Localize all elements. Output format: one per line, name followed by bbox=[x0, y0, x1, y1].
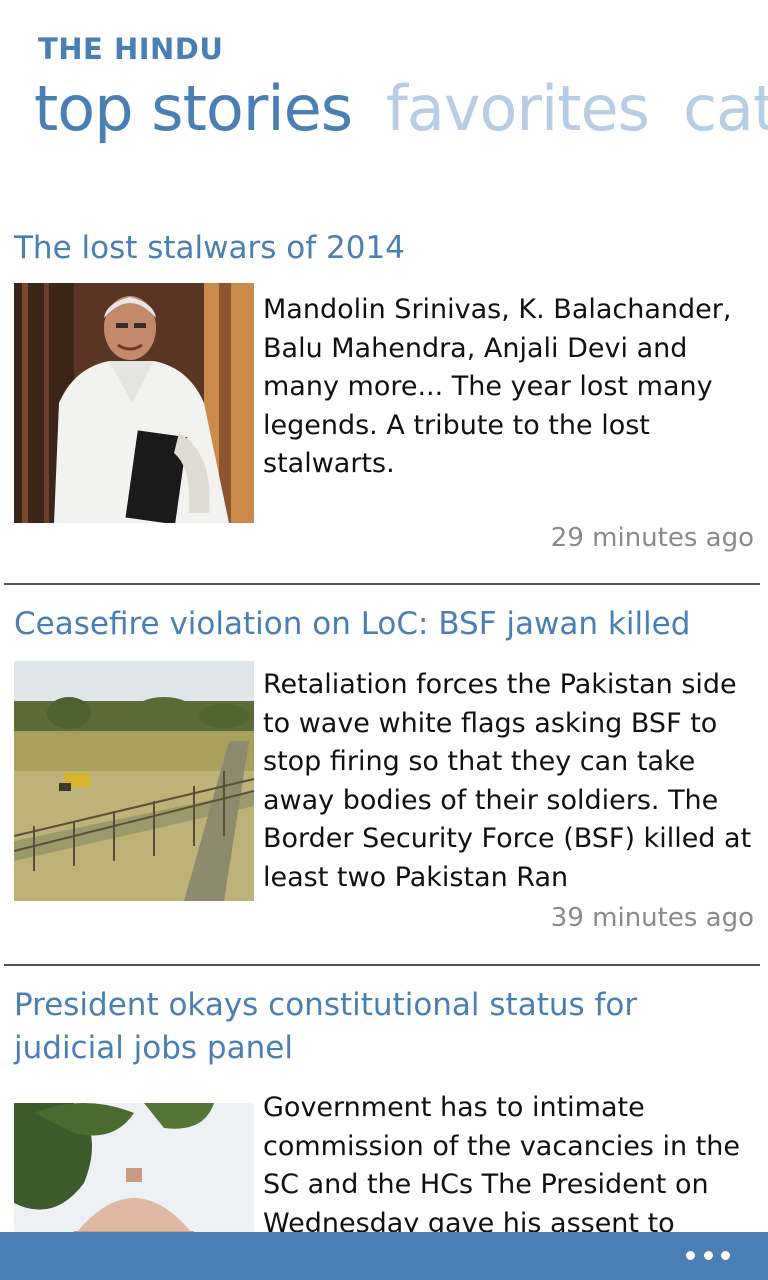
ellipsis-icon[interactable] bbox=[686, 1245, 730, 1265]
article-summary: Retaliation forces the Pakistan side to … bbox=[263, 669, 752, 893]
article-summary: Mandolin Srinivas, K. Balachander, Balu … bbox=[263, 294, 732, 479]
tab-categories[interactable]: categories bbox=[683, 72, 768, 145]
article-headline[interactable]: The lost stalwars of 2014 bbox=[14, 227, 754, 270]
article-summary: Government has to intimate commission of… bbox=[263, 1092, 740, 1239]
app-bar bbox=[0, 1232, 768, 1280]
pivot-header: top stories favorites categories bbox=[34, 72, 768, 145]
article-timestamp: 39 minutes ago bbox=[550, 903, 754, 933]
app-title: THE HINDU bbox=[38, 32, 224, 66]
tab-top-stories[interactable]: top stories bbox=[34, 72, 353, 145]
man-portrait-image[interactable] bbox=[14, 283, 254, 523]
article-headline[interactable]: President okays constitutional status fo… bbox=[14, 984, 754, 1070]
article-timestamp: 29 minutes ago bbox=[550, 523, 754, 553]
border-fence-image[interactable] bbox=[14, 661, 254, 901]
list-divider bbox=[4, 964, 760, 966]
list-divider bbox=[4, 583, 760, 585]
article-headline[interactable]: Ceasefire violation on LoC: BSF jawan ki… bbox=[14, 603, 754, 646]
tab-favorites[interactable]: favorites bbox=[386, 72, 650, 145]
